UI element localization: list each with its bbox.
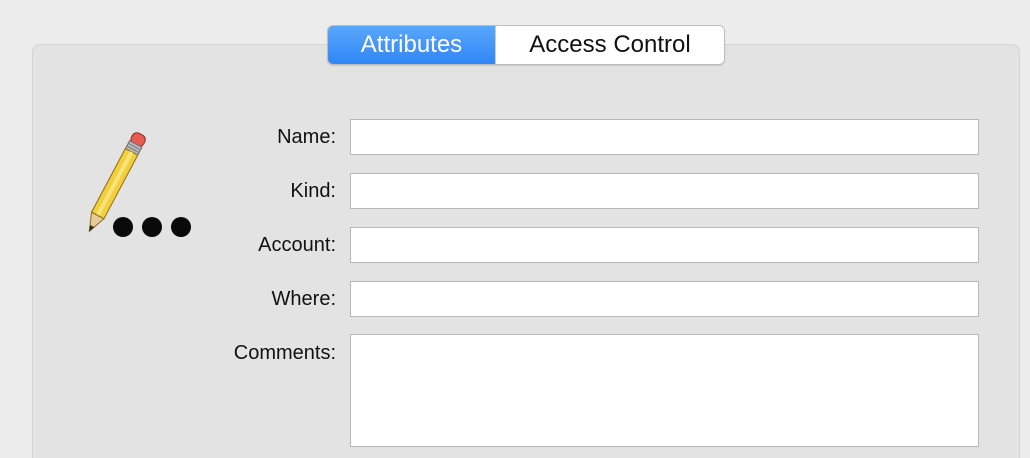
tab-attributes[interactable]: Attributes [328, 26, 495, 64]
tab-selector: Attributes Access Control [327, 25, 725, 65]
comments-field[interactable] [350, 334, 979, 447]
name-field[interactable] [350, 119, 979, 155]
account-field[interactable] [350, 227, 979, 263]
where-field[interactable] [350, 281, 979, 317]
account-label: Account: [258, 234, 336, 256]
kind-label: Kind: [290, 180, 336, 202]
where-label: Where: [271, 288, 336, 310]
name-label: Name: [277, 126, 336, 148]
kind-field[interactable] [350, 173, 979, 209]
keychain-item-window: Attributes Access Control Name: Kind: Ac… [0, 0, 1030, 458]
comments-label: Comments: [233, 342, 336, 364]
tab-access-control[interactable]: Access Control [495, 26, 724, 64]
